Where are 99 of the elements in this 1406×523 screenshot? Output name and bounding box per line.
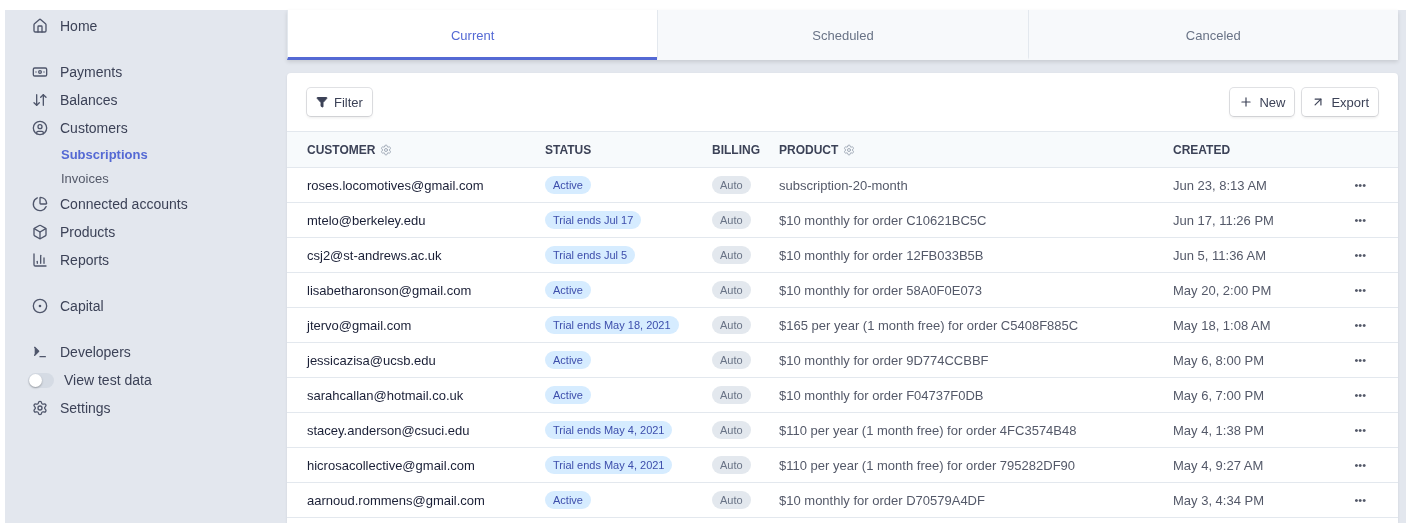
product-name: $10 monthly for order D70579A4DF (779, 492, 986, 508)
more-button[interactable]: ••• (1354, 249, 1366, 261)
billing-badge: Auto (712, 421, 751, 439)
nav-item[interactable]: Reports (32, 246, 287, 274)
billing-badge: Auto (712, 176, 751, 194)
nav-item[interactable]: Payments (32, 58, 287, 86)
product-name: $10 monthly for order 12FB033B5B (779, 247, 985, 263)
created-date: Jun 17, 11:26 PM (1173, 212, 1275, 228)
arrows-icon (32, 92, 48, 108)
customer-email[interactable]: jessicazisa@ucsb.edu (307, 352, 545, 368)
more-button[interactable]: ••• (1354, 284, 1366, 296)
more-button[interactable]: ••• (1354, 494, 1366, 506)
nav-item[interactable]: Home (32, 12, 287, 40)
customer-email[interactable]: roses.locomotives@gmail.com (307, 177, 545, 193)
created-date: Jun 23, 8:13 AM (1173, 177, 1268, 193)
status-badge: Active (545, 491, 591, 509)
column-header: PRODUCT (779, 142, 839, 157)
product-name: $110 per year (1 month free) for order 4FC3574B48 (779, 422, 1078, 438)
created-date: May 20, 2:00 PM (1173, 282, 1273, 298)
settings-icon[interactable] (843, 143, 856, 156)
status-badge: Active (545, 176, 591, 194)
export-button[interactable]: Export (1302, 88, 1378, 116)
product-name: $165 per year (1 month free) for order C5408F885C (779, 317, 1080, 333)
more-button[interactable]: ••• (1354, 214, 1366, 226)
billing-badge: Auto (712, 211, 751, 229)
plus-icon (1239, 95, 1254, 109)
billing-badge: Auto (712, 351, 751, 369)
nav-label: View test data (64, 372, 152, 388)
billing-badge: Auto (712, 386, 751, 404)
status-badge: Trial ends May 4, 2021 (545, 456, 673, 474)
settings-icon (32, 400, 48, 416)
status-badge: Trial ends May 4, 2021 (545, 421, 673, 439)
nav-item[interactable]: Balances (32, 86, 287, 114)
new-button[interactable]: New (1230, 88, 1295, 116)
user-icon (32, 120, 48, 136)
settings-icon[interactable] (380, 143, 393, 156)
customer-email[interactable]: aarnoud.rommens@gmail.com (307, 492, 545, 508)
nav-item[interactable]: Connected accounts (32, 190, 287, 218)
nav-item[interactable]: Customers (32, 114, 287, 142)
created-date: Jun 5, 11:36 AM (1173, 247, 1267, 263)
tab[interactable]: Scheduled (657, 10, 1028, 60)
nav-subitem[interactable]: Invoices (61, 170, 109, 186)
nav-item[interactable]: Settings (32, 394, 287, 422)
status-badge: Active (545, 386, 591, 404)
tab[interactable]: Canceled (1027, 10, 1398, 60)
customer-email[interactable]: mtelo@berkeley.edu (307, 212, 545, 228)
product-name: $10 monthly for order 9D774CCBBF (779, 352, 990, 368)
created-date: May 3, 4:34 PM (1173, 492, 1266, 508)
customer-email[interactable]: jtervo@gmail.com (307, 317, 545, 333)
more-button[interactable]: ••• (1354, 389, 1366, 401)
status-badge: Trial ends Jul 17 (545, 211, 642, 229)
created-date: May 4, 1:38 PM (1173, 422, 1266, 438)
more-button[interactable]: ••• (1354, 459, 1366, 471)
billing-badge: Auto (712, 281, 751, 299)
billing-badge: Auto (712, 491, 751, 509)
filter-button[interactable]: Filter (307, 88, 372, 116)
home-icon (32, 18, 48, 34)
more-button[interactable]: ••• (1354, 354, 1366, 366)
column-header: STATUS (545, 142, 592, 157)
product-name: $10 monthly for order C10621BC5C (779, 212, 988, 228)
status-badge: Active (545, 281, 591, 299)
more-button[interactable]: ••• (1354, 319, 1366, 331)
product-name: $10 monthly for order F04737F0DB (779, 387, 985, 403)
nav-item[interactable]: Products (32, 218, 287, 246)
terminal-icon (32, 344, 48, 360)
billing-badge: Auto (712, 316, 751, 334)
banknote-icon (32, 64, 48, 80)
filter-icon (316, 96, 328, 108)
created-date: May 6, 7:00 PM (1173, 387, 1266, 403)
billing-badge: Auto (712, 456, 751, 474)
customer-email[interactable]: stacey.anderson@csuci.edu (307, 422, 545, 438)
customer-email[interactable]: hicrosacollective@gmail.com (307, 457, 545, 473)
bar-chart-icon (32, 252, 48, 268)
status-badge: Trial ends May 18, 2021 (545, 316, 679, 334)
more-button[interactable]: ••• (1354, 424, 1366, 436)
nav-subitem[interactable]: Subscriptions (61, 146, 148, 162)
circle-icon (32, 298, 48, 314)
billing-badge: Auto (712, 246, 751, 264)
box-icon (32, 224, 48, 240)
tab[interactable]: Current (287, 10, 658, 60)
created-date: May 18, 1:08 AM (1173, 317, 1272, 333)
status-badge: Trial ends Jul 5 (545, 246, 636, 264)
product-name: $10 monthly for order 58A0F0E073 (779, 282, 984, 298)
more-button[interactable]: ••• (1354, 179, 1366, 191)
created-date: May 4, 9:27 AM (1173, 457, 1265, 473)
customer-email[interactable]: csj2@st-andrews.ac.uk (307, 247, 545, 263)
toggle-switch[interactable] (28, 372, 54, 388)
column-header: BILLING (712, 142, 760, 157)
customer-email[interactable]: sarahcallan@hotmail.co.uk (307, 387, 545, 403)
product-name: subscription-20-month (779, 177, 909, 193)
created-date: May 6, 8:00 PM (1173, 352, 1266, 368)
column-header: CUSTOMER (307, 142, 376, 157)
nav-item[interactable]: Capital (32, 292, 287, 320)
status-badge: Active (545, 351, 591, 369)
nav-item[interactable]: Developers (32, 338, 287, 366)
product-name: $110 per year (1 month free) for order 795282DF90 (779, 457, 1077, 473)
customer-email[interactable]: lisabetharonson@gmail.com (307, 282, 545, 298)
column-header: CREATED (1173, 142, 1231, 157)
pie-icon (32, 196, 48, 212)
